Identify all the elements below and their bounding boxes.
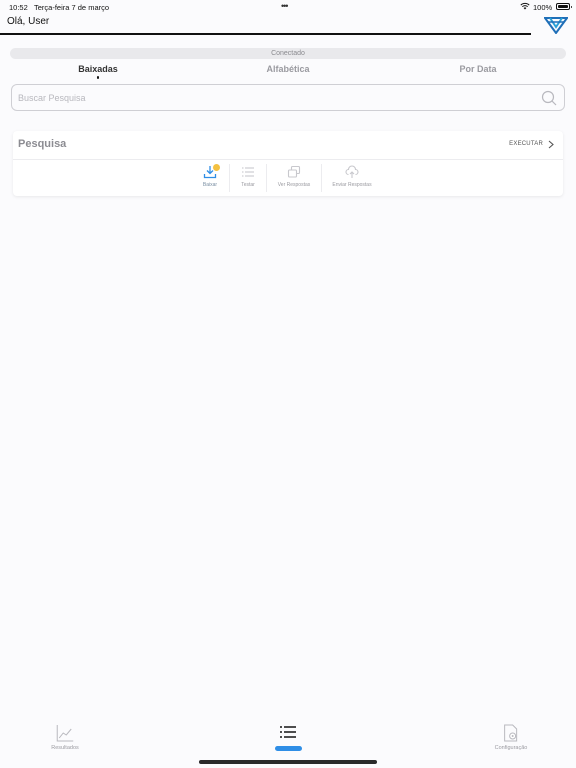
send-answers-button[interactable]: Enviar Respostas (332, 165, 372, 191)
active-tab-indicator (275, 746, 302, 751)
action-separator (321, 164, 322, 192)
tab-baixadas[interactable]: Baixadas (78, 64, 118, 79)
tab-label: Configuração (494, 745, 528, 751)
tab-label: Alfabética (266, 64, 310, 74)
search-placeholder: Buscar Pesquisa (18, 93, 86, 103)
list-icon (280, 726, 296, 738)
search-input[interactable]: Buscar Pesquisa (11, 84, 565, 111)
action-label: Baixar (202, 182, 218, 188)
copy-icon (287, 165, 301, 178)
tab-alfabetica[interactable]: Alfabética (266, 64, 309, 74)
tab-pesquisas[interactable] (279, 724, 297, 740)
action-label: Testar (241, 182, 255, 188)
chevron-right-icon (548, 140, 554, 148)
test-button[interactable]: Testar (228, 165, 268, 191)
header-divider (0, 33, 531, 35)
status-bar: 10:52 Terça-feira 7 de março ••• 100% (0, 0, 576, 14)
status-time: 10:52 (9, 3, 28, 12)
wifi-icon (520, 2, 530, 10)
run-label: EXECUTAR (509, 141, 543, 147)
app-logo-icon (544, 17, 568, 34)
tab-label: Resultados (51, 745, 79, 751)
list-icon (242, 167, 254, 177)
cloud-upload-icon (345, 165, 359, 178)
tab-configuracao[interactable]: Configuração (494, 724, 528, 751)
active-tab-indicator (96, 76, 100, 79)
download-button[interactable]: Baixar (190, 164, 230, 191)
sort-tabs: Baixadas Alfabética Por Data (0, 64, 576, 80)
survey-title: Pesquisa (18, 138, 67, 150)
tab-label: Baixadas (78, 64, 118, 74)
tab-resultados[interactable]: Resultados (51, 724, 79, 751)
tab-por-data[interactable]: Por Data (459, 64, 496, 74)
view-answers-button[interactable]: Ver Respostas (274, 165, 314, 191)
chart-icon (56, 725, 73, 742)
run-button[interactable]: EXECUTAR (509, 138, 554, 150)
action-label: Ver Respostas (277, 182, 311, 188)
home-indicator[interactable] (199, 760, 377, 764)
greeting-text: Olá, User (7, 16, 50, 27)
battery-icon (556, 3, 572, 10)
tab-label: Por Data (459, 64, 497, 74)
multitasking-dots[interactable]: ••• (281, 1, 289, 11)
action-separator (266, 164, 267, 192)
survey-card[interactable]: Pesquisa EXECUTAR Baixar Testar Ver Resp… (13, 131, 563, 196)
settings-doc-icon (504, 724, 518, 742)
battery-percentage: 100% (533, 3, 553, 12)
search-icon[interactable] (541, 90, 557, 106)
status-date: Terça-feira 7 de março (34, 3, 110, 12)
card-divider (13, 159, 563, 160)
connection-status: Conectado (10, 48, 566, 59)
new-badge (213, 164, 220, 171)
action-label: Enviar Respostas (332, 182, 372, 188)
